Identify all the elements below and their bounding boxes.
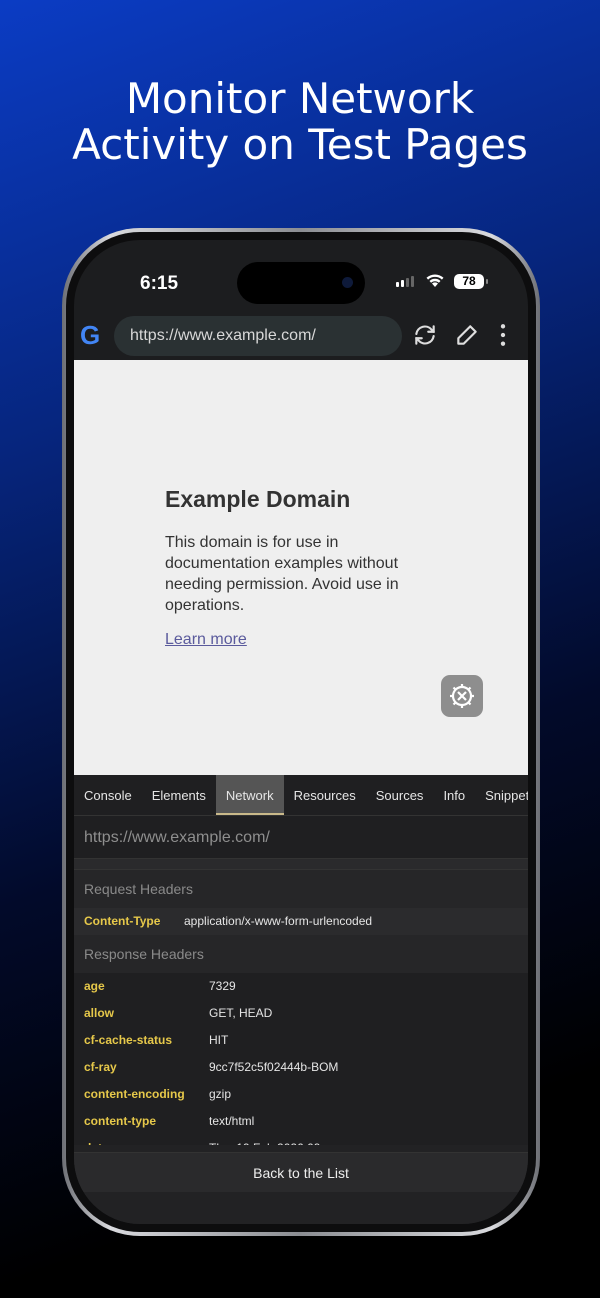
- url-bar[interactable]: https://www.example.com/: [114, 316, 402, 356]
- back-to-list-button[interactable]: Back to the List: [74, 1152, 528, 1192]
- settings-tools-icon: [450, 684, 474, 708]
- dynamic-island: [237, 262, 365, 304]
- request-url: https://www.example.com/: [74, 816, 528, 859]
- phone-frame: 6:15 78 G https://www.example.com/ Examp…: [62, 228, 540, 1236]
- header-row: cf-ray 9cc7f52c5f02444b-BOM: [74, 1054, 528, 1081]
- status-bar: 6:15 78: [74, 240, 528, 318]
- header-key: content-encoding: [84, 1087, 185, 1101]
- header-key: date: [74, 1135, 209, 1145]
- webpage-content: Example Domain This domain is for use in…: [74, 360, 528, 775]
- header-row: cf-cache-status HIT: [74, 1027, 528, 1054]
- header-value: gzip: [209, 1087, 232, 1101]
- phone-screen: 6:15 78 G https://www.example.com/ Examp…: [74, 240, 528, 1224]
- tab-elements[interactable]: Elements: [142, 775, 216, 815]
- devtools-tabs: Console Elements Network Resources Sourc…: [74, 775, 528, 816]
- header-value: GET, HEAD: [209, 1006, 273, 1020]
- headline: Monitor Network Activity on Test Pages: [0, 76, 600, 168]
- cellular-signal-icon: [396, 276, 414, 287]
- header-key: Content-Type: [84, 914, 161, 928]
- learn-more-link[interactable]: Learn more: [165, 631, 247, 649]
- google-logo-icon[interactable]: G: [80, 320, 100, 351]
- reload-icon[interactable]: [412, 322, 438, 348]
- header-value: application/x-www-form-urlencoded: [184, 914, 373, 928]
- header-key: allow: [84, 1006, 115, 1020]
- header-key: cf-ray: [84, 1060, 117, 1074]
- headline-line-1: Monitor Network: [125, 74, 475, 123]
- edit-pencil-icon[interactable]: [454, 322, 480, 348]
- tab-sources[interactable]: Sources: [366, 775, 434, 815]
- tab-info[interactable]: Info: [433, 775, 475, 815]
- header-value: 9cc7f52c5f02444b-BOM: [209, 1060, 339, 1074]
- headline-line-2: Activity on Test Pages: [72, 120, 528, 169]
- browser-toolbar: G https://www.example.com/: [74, 312, 528, 360]
- status-time: 6:15: [140, 273, 179, 294]
- more-menu-icon[interactable]: [490, 322, 516, 348]
- header-row: content-type text/html: [74, 1108, 528, 1135]
- tab-snippets[interactable]: Snippets: [475, 775, 528, 815]
- header-value: Thu, 19 Feb 2026 09: [209, 1135, 320, 1145]
- response-headers-list[interactable]: age 7329 allow GET, HEAD cf-cache-status HI…: [74, 973, 528, 1145]
- webpage-title: Example Domain: [165, 486, 351, 512]
- devtools-panel: Console Elements Network Resources Sourc…: [74, 775, 528, 1224]
- tab-network[interactable]: Network: [215, 775, 284, 815]
- header-row: content-encoding gzip: [74, 1081, 528, 1108]
- header-key: cf-cache-status: [84, 1033, 173, 1047]
- header-value: 7329: [209, 979, 236, 993]
- battery-icon: 78: [454, 274, 488, 289]
- webpage-body: This domain is for use in documentation …: [165, 534, 399, 614]
- request-headers-heading: Request Headers: [74, 870, 528, 908]
- header-value: text/html: [209, 1114, 255, 1128]
- header-row: Content-Type application/x-www-form-urlen…: [74, 908, 528, 935]
- wifi-icon: [426, 274, 444, 287]
- header-row: allow GET, HEAD: [74, 1000, 528, 1027]
- header-row: dateThu, 19 Feb 2026 09: [74, 1135, 528, 1145]
- header-value: HIT: [209, 1033, 229, 1047]
- header-row: age 7329: [74, 973, 528, 1000]
- tab-console[interactable]: Console: [74, 775, 142, 815]
- tab-resources[interactable]: Resources: [284, 775, 366, 815]
- devtools-toggle-button[interactable]: [441, 675, 483, 717]
- header-key: content-type: [84, 1114, 156, 1128]
- header-key: age: [84, 979, 105, 993]
- response-headers-heading: Response Headers: [74, 935, 528, 973]
